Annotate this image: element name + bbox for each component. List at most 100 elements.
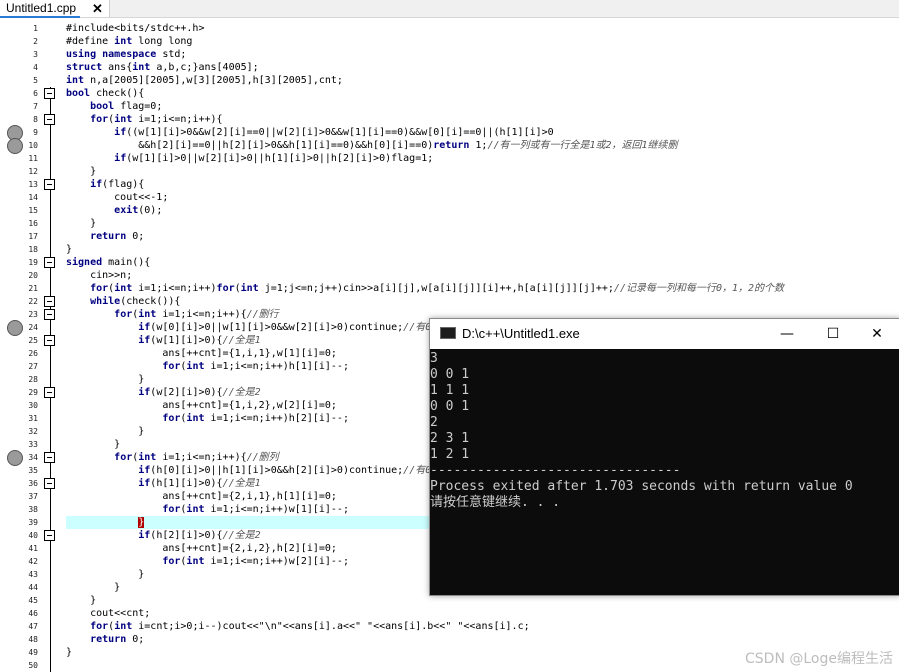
code-line[interactable]: bool flag=0; bbox=[66, 100, 162, 113]
console-window[interactable]: D:\c++\Untitled1.exe — ☐ ✕ 3 0 0 1 1 1 1… bbox=[429, 318, 899, 596]
code-line[interactable]: int n,a[2005][2005],w[3][2005],h[3][2005… bbox=[66, 74, 343, 87]
code-line[interactable]: for(int i=cnt;i>0;i--)cout<<"\n"<<ans[i]… bbox=[66, 620, 530, 633]
code-line[interactable]: exit(0); bbox=[66, 204, 162, 217]
fold-toggle-icon[interactable] bbox=[44, 452, 55, 463]
code-line[interactable]: for(int i=1;i<=n;i++)h[1][i]--; bbox=[66, 360, 349, 373]
line-number[interactable]: 25 bbox=[18, 336, 38, 345]
code-line[interactable]: ans[++cnt]={1,i,2},w[2][i]=0; bbox=[66, 399, 337, 412]
line-number[interactable]: 11 bbox=[18, 154, 38, 163]
fold-toggle-icon[interactable] bbox=[44, 257, 55, 268]
code-line[interactable]: if(w[2][i]>0){//全是2 bbox=[66, 386, 260, 399]
line-number[interactable]: 37 bbox=[18, 492, 38, 501]
line-number[interactable]: 15 bbox=[18, 206, 38, 215]
code-line[interactable]: while(check()){ bbox=[66, 295, 180, 308]
line-number[interactable]: 44 bbox=[18, 583, 38, 592]
maximize-button[interactable]: ☐ bbox=[810, 319, 856, 349]
code-line[interactable]: for(int i=1;i<=n;i++)h[2][i]--; bbox=[66, 412, 349, 425]
line-number[interactable]: 45 bbox=[18, 596, 38, 605]
close-tab-icon[interactable]: ✕ bbox=[92, 0, 103, 17]
line-number[interactable]: 1 bbox=[18, 24, 38, 33]
line-number[interactable]: 7 bbox=[18, 102, 38, 111]
code-line[interactable]: cout<<cnt; bbox=[66, 607, 150, 620]
line-number[interactable]: 49 bbox=[18, 648, 38, 657]
line-number[interactable]: 19 bbox=[18, 258, 38, 267]
line-number[interactable]: 13 bbox=[18, 180, 38, 189]
code-line[interactable]: for(int i=1;i<=n;i++)w[1][i]--; bbox=[66, 503, 349, 516]
line-number[interactable]: 41 bbox=[18, 544, 38, 553]
code-line[interactable]: } bbox=[66, 165, 96, 178]
line-number[interactable]: 6 bbox=[18, 89, 38, 98]
code-line[interactable]: } bbox=[66, 243, 72, 256]
code-line[interactable]: cout<<-1; bbox=[66, 191, 168, 204]
line-number[interactable]: 39 bbox=[18, 518, 38, 527]
code-line[interactable]: signed main(){ bbox=[66, 256, 150, 269]
fold-toggle-icon[interactable] bbox=[44, 530, 55, 541]
code-line[interactable]: for(int i=1;i<=n;i++){//删行 bbox=[66, 308, 279, 321]
fold-toggle-icon[interactable] bbox=[44, 478, 55, 489]
line-number[interactable]: 3 bbox=[18, 50, 38, 59]
code-line[interactable]: #define int long long bbox=[66, 35, 192, 48]
console-titlebar[interactable]: D:\c++\Untitled1.exe — ☐ ✕ bbox=[430, 319, 899, 349]
close-button[interactable]: ✕ bbox=[854, 319, 899, 349]
line-number[interactable]: 2 bbox=[18, 37, 38, 46]
fold-toggle-icon[interactable] bbox=[44, 309, 55, 320]
line-number[interactable]: 29 bbox=[18, 388, 38, 397]
line-number[interactable]: 16 bbox=[18, 219, 38, 228]
console-body[interactable]: 3 0 0 1 1 1 1 0 0 1 2 2 3 1 1 2 1 ------… bbox=[430, 349, 899, 595]
line-number[interactable]: 42 bbox=[18, 557, 38, 566]
tab-untitled1[interactable]: Untitled1.cpp ✕ bbox=[0, 0, 110, 18]
code-line[interactable]: } bbox=[66, 516, 145, 529]
code-line[interactable]: } bbox=[66, 217, 96, 230]
line-number[interactable]: 21 bbox=[18, 284, 38, 293]
code-line[interactable]: if(w[1][i]>0){//全是1 bbox=[66, 334, 260, 347]
fold-toggle-icon[interactable] bbox=[44, 114, 55, 125]
code-line[interactable]: cin>>n; bbox=[66, 269, 132, 282]
line-number[interactable]: 12 bbox=[18, 167, 38, 176]
code-line[interactable]: struct ans{int a,b,c;}ans[4005]; bbox=[66, 61, 259, 74]
code-line[interactable]: if((w[1][i]>0&&w[2][i]==0||w[2][i]>0&&w[… bbox=[66, 126, 554, 139]
line-number[interactable]: 46 bbox=[18, 609, 38, 618]
code-line[interactable]: if(h[1][i]>0){//全是1 bbox=[66, 477, 260, 490]
breakpoint-icon[interactable] bbox=[7, 450, 23, 466]
line-number[interactable]: 40 bbox=[18, 531, 38, 540]
code-line[interactable]: bool check(){ bbox=[66, 87, 144, 100]
fold-toggle-icon[interactable] bbox=[44, 387, 55, 398]
code-line[interactable]: return 0; bbox=[66, 230, 144, 243]
line-number[interactable]: 27 bbox=[18, 362, 38, 371]
code-line[interactable]: } bbox=[66, 581, 120, 594]
fold-toggle-icon[interactable] bbox=[44, 296, 55, 307]
code-line[interactable]: } bbox=[66, 373, 144, 386]
code-line[interactable]: if(w[0][i]>0||w[1][i]>0&&w[2][i]>0)conti… bbox=[66, 321, 431, 334]
code-line[interactable]: using namespace std; bbox=[66, 48, 186, 61]
code-line[interactable]: if(h[0][i]>0||h[1][i]>0&&h[2][i]>0)conti… bbox=[66, 464, 431, 477]
line-number[interactable]: 14 bbox=[18, 193, 38, 202]
line-number[interactable]: 28 bbox=[18, 375, 38, 384]
line-number[interactable]: 35 bbox=[18, 466, 38, 475]
code-line[interactable]: ans[++cnt]={2,i,2},h[2][i]=0; bbox=[66, 542, 337, 555]
code-line[interactable]: &&h[2][i]==0||h[2][i]>0&&h[1][i]==0)&&h[… bbox=[66, 139, 677, 152]
fold-toggle-icon[interactable] bbox=[44, 88, 55, 99]
line-number[interactable]: 8 bbox=[18, 115, 38, 124]
line-number[interactable]: 43 bbox=[18, 570, 38, 579]
line-number[interactable]: 36 bbox=[18, 479, 38, 488]
line-number[interactable]: 50 bbox=[18, 661, 38, 670]
code-line[interactable]: } bbox=[66, 594, 96, 607]
code-line[interactable]: ans[++cnt]={1,i,1},w[1][i]=0; bbox=[66, 347, 337, 360]
line-number[interactable]: 23 bbox=[18, 310, 38, 319]
line-number[interactable]: 20 bbox=[18, 271, 38, 280]
code-line[interactable]: if(w[1][i]>0||w[2][i]>0||h[1][i]>0||h[2]… bbox=[66, 152, 433, 165]
code-line[interactable]: } bbox=[66, 438, 120, 451]
line-number[interactable]: 48 bbox=[18, 635, 38, 644]
line-number[interactable]: 30 bbox=[18, 401, 38, 410]
code-line[interactable]: ans[++cnt]={2,i,1},h[1][i]=0; bbox=[66, 490, 337, 503]
line-number[interactable]: 17 bbox=[18, 232, 38, 241]
code-line[interactable]: if(flag){ bbox=[66, 178, 144, 191]
line-number[interactable]: 47 bbox=[18, 622, 38, 631]
line-number[interactable]: 38 bbox=[18, 505, 38, 514]
code-line[interactable]: for(int i=1;i<=n;i++){ bbox=[66, 113, 222, 126]
minimize-button[interactable]: — bbox=[764, 319, 810, 349]
code-line[interactable]: for(int i=1;i<=n;i++)for(int j=1;j<=n;j+… bbox=[66, 282, 784, 295]
line-number[interactable]: 26 bbox=[18, 349, 38, 358]
code-line[interactable]: } bbox=[66, 425, 144, 438]
breakpoint-icon[interactable] bbox=[7, 138, 23, 154]
